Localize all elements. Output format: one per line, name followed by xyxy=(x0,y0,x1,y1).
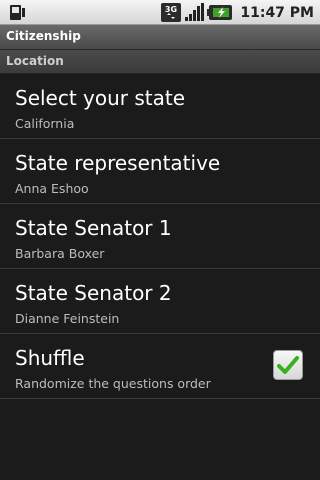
pref-title: Select your state xyxy=(15,86,186,110)
pref-summary: California xyxy=(15,116,75,131)
checkmark-icon xyxy=(277,356,299,374)
3g-data-icon: 3G xyxy=(161,3,182,22)
pref-title: Shuffle xyxy=(15,346,85,370)
signal-strength-icon xyxy=(185,3,205,21)
pref-summary: Randomize the questions order xyxy=(15,376,211,391)
pref-state-senator-1[interactable]: State Senator 1 Barbara Boxer xyxy=(0,204,320,269)
preference-list: Select your state California State repre… xyxy=(0,74,320,399)
network-type-label: 3G xyxy=(165,5,177,14)
app-title-bar: Citizenship xyxy=(0,25,320,50)
category-label: Location xyxy=(6,54,64,68)
pref-title: State Senator 1 xyxy=(15,216,172,240)
pref-state-representative[interactable]: State representative Anna Eshoo xyxy=(0,139,320,204)
shuffle-checkbox[interactable] xyxy=(273,350,303,380)
pref-state-senator-2[interactable]: State Senator 2 Dianne Feinstein xyxy=(0,269,320,334)
pref-summary: Anna Eshoo xyxy=(15,181,89,196)
pref-shuffle[interactable]: Shuffle Randomize the questions order xyxy=(0,334,320,399)
pref-summary: Dianne Feinstein xyxy=(15,311,120,326)
sim-card-icon xyxy=(10,5,25,20)
preference-category-header: Location xyxy=(0,50,320,74)
pref-title: State representative xyxy=(15,151,221,175)
status-bar: 3G 11:47 PM xyxy=(0,0,320,25)
pref-select-state[interactable]: Select your state California xyxy=(0,74,320,139)
battery-charging-icon xyxy=(207,5,233,20)
pref-summary: Barbara Boxer xyxy=(15,246,105,261)
app-title: Citizenship xyxy=(6,29,81,43)
pref-title: State Senator 2 xyxy=(15,281,172,305)
status-time: 11:47 PM xyxy=(240,4,314,21)
